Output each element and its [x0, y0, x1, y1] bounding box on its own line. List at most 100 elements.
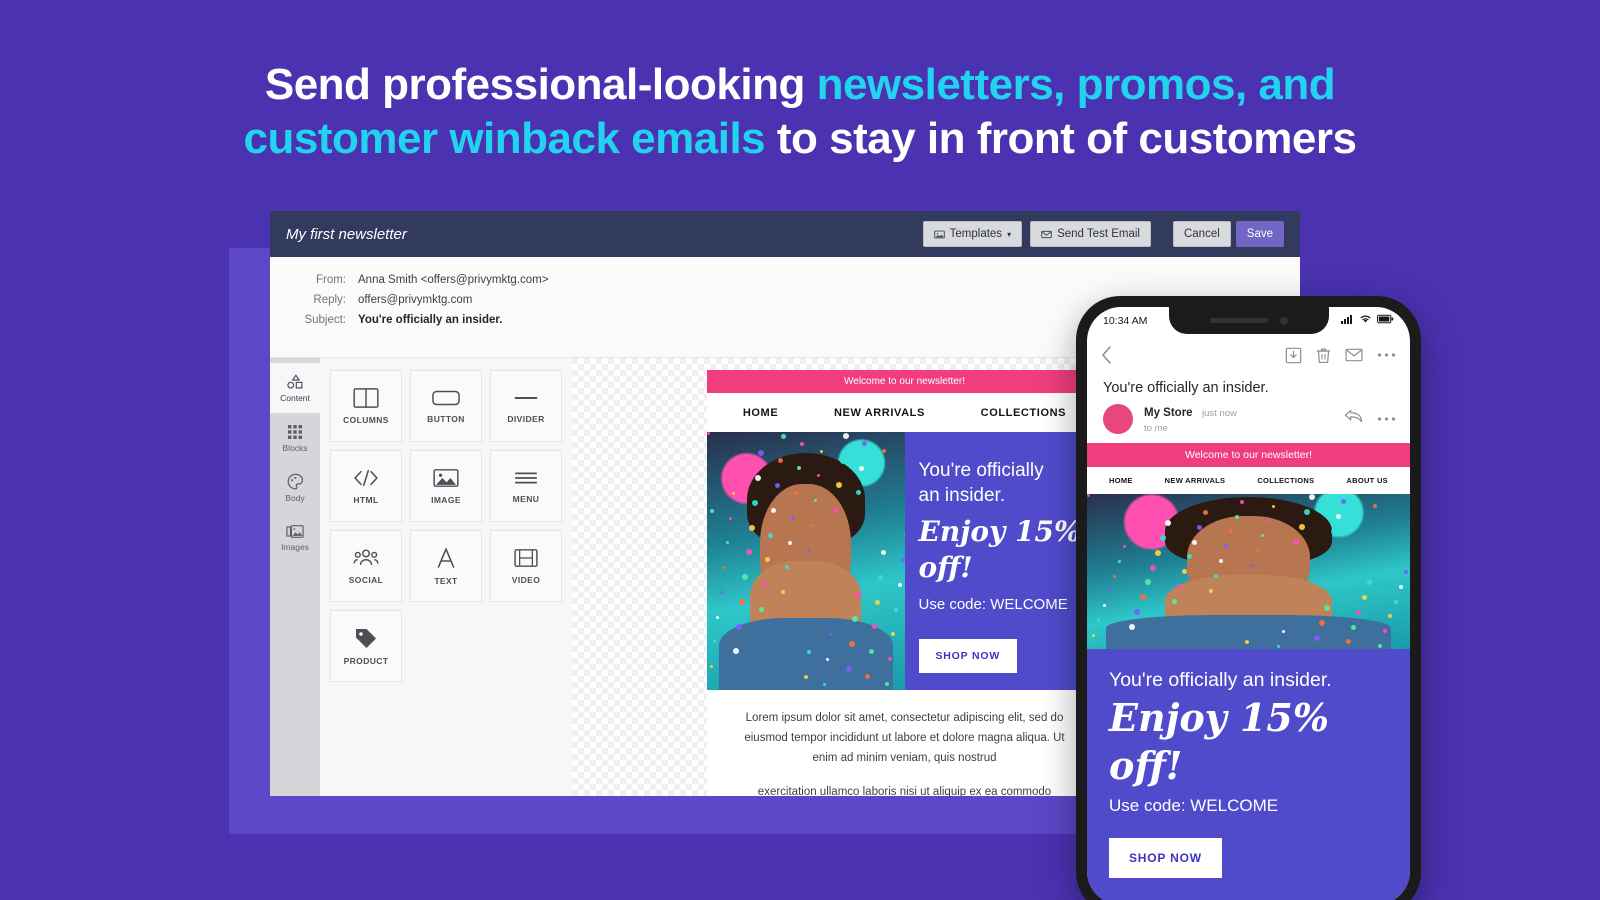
more-icon[interactable] [1377, 409, 1396, 428]
text-icon [435, 547, 457, 569]
video-icon [514, 548, 538, 568]
tag-icon [354, 627, 378, 649]
block-label-video: VIDEO [511, 574, 541, 585]
code-icon [352, 468, 380, 488]
palette-icon [287, 473, 304, 490]
send-test-email-label: Send Test Email [1057, 228, 1140, 240]
hero-text-plain-2: to stay in front of customers [765, 114, 1357, 163]
phone-email-offer: Enjoy 15% off! [1109, 695, 1329, 788]
chevron-down-icon: ▾ [1007, 229, 1012, 239]
phone-notch [1168, 307, 1329, 334]
more-icon[interactable] [1377, 352, 1396, 358]
newsletter-title[interactable]: My first newsletter [286, 226, 915, 243]
sidebar-item-images[interactable]: Images [270, 513, 320, 563]
block-video[interactable]: VIDEO [490, 530, 562, 602]
sidebar-item-content[interactable]: Content [270, 363, 320, 413]
trash-icon[interactable] [1316, 347, 1331, 364]
cancel-button[interactable]: Cancel [1172, 221, 1231, 247]
templates-label: Templates [949, 228, 1003, 240]
status-indicators [1341, 314, 1394, 327]
templates-button[interactable]: Templates ▾ [922, 221, 1023, 247]
save-button[interactable]: Save [1235, 221, 1284, 247]
phone-nav-new-arrivals[interactable]: NEW ARRIVALS [1165, 476, 1226, 485]
sidebar-label-images: Images [281, 542, 309, 552]
email-shop-now-button[interactable]: SHOP NOW [918, 639, 1018, 673]
block-label-social: SOCIAL [348, 574, 384, 585]
meta-label-subject: Subject: [304, 314, 346, 326]
phone-email-headline: You're officially an insider. [1109, 669, 1332, 691]
sender-recipient: to me [1144, 423, 1168, 434]
block-image[interactable]: IMAGE [410, 450, 482, 522]
block-label-image: IMAGE [431, 494, 461, 505]
archive-icon[interactable] [1285, 347, 1302, 364]
email-paragraph-2: exercitation ullamco laboris nisi ut ali… [757, 786, 1052, 796]
block-label-html: HTML [353, 494, 379, 505]
phone-email-code-line: Use code: WELCOME [1109, 796, 1279, 815]
sender-info: My Store just now to me [1144, 403, 1344, 434]
sidebar-item-blocks[interactable]: Blocks [270, 413, 320, 463]
email-paragraph-1: Lorem ipsum dolor sit amet, consectetur … [744, 712, 1065, 764]
block-button[interactable]: BUTTON [410, 370, 482, 442]
hero-copy: You're officially an insider. Enjoy 15% … [904, 432, 1102, 690]
block-text[interactable]: TEXT [410, 530, 482, 602]
reply-icon[interactable] [1344, 409, 1363, 428]
block-divider[interactable]: DIVIDER [490, 370, 562, 442]
phone-nav-about-us[interactable]: ABOUT US [1346, 476, 1388, 485]
email-nav-home[interactable]: HOME [743, 407, 778, 419]
block-label-product: PRODUCT [343, 655, 389, 666]
block-social[interactable]: SOCIAL [330, 530, 402, 602]
phone-email-nav: HOME NEW ARRIVALS COLLECTIONS ABOUT US [1087, 467, 1410, 494]
sidebar-item-body[interactable]: Body [270, 463, 320, 513]
email-headline-line1: You're officially [918, 460, 1044, 481]
page-title: Send professional-looking newsletters, p… [0, 58, 1600, 166]
content-blocks-panel: COLUMNS BUTTON DIVIDER HTML IMAGE MENU S… [320, 358, 572, 796]
status-time: 10:34 AM [1103, 314, 1148, 327]
divider-icon [513, 389, 539, 407]
sender-time: just now [1202, 408, 1237, 419]
save-label: Save [1246, 228, 1273, 240]
shapes-icon [286, 373, 305, 390]
block-menu[interactable]: MENU [490, 450, 562, 522]
hero-text-plain-1: Send professional-looking [264, 60, 817, 109]
sender-line: My Store just now [1144, 403, 1344, 421]
hero-text-accent-1: newsletters, promos, and [816, 60, 1336, 109]
columns-icon [353, 387, 379, 408]
email-nav-new-arrivals[interactable]: NEW ARRIVALS [834, 407, 925, 419]
email-body-text: Lorem ipsum dolor sit amet, consectetur … [707, 690, 1102, 796]
avatar [1103, 403, 1133, 434]
envelope-icon[interactable] [1345, 348, 1363, 362]
signal-icon [1341, 314, 1354, 327]
image-icon [933, 229, 945, 240]
block-product[interactable]: PRODUCT [330, 610, 402, 682]
button-icon [432, 389, 460, 407]
hero-text-accent-2: customer winback emails [243, 114, 766, 163]
block-columns[interactable]: COLUMNS [330, 370, 402, 442]
sender-actions [1344, 409, 1396, 428]
block-html[interactable]: HTML [330, 450, 402, 522]
block-label-button: BUTTON [427, 413, 465, 424]
email-nav-collections[interactable]: COLLECTIONS [981, 407, 1066, 419]
email-nav: HOME NEW ARRIVALS COLLECTIONS [707, 393, 1102, 432]
phone-email-copy: You're officially an insider. Enjoy 15% … [1087, 649, 1410, 900]
hero-line-2: customer winback emails to stay in front… [0, 112, 1600, 166]
phone-nav-collections[interactable]: COLLECTIONS [1257, 476, 1314, 485]
photo-jacket [718, 617, 893, 690]
meta-value-from: Anna Smith <offers@privymktg.com> [358, 274, 549, 286]
back-icon[interactable] [1101, 346, 1112, 364]
speaker-icon [1209, 318, 1268, 323]
editor-toolbar: My first newsletter Templates ▾ Send Tes… [270, 211, 1300, 257]
sidebar-label-content: Content [280, 392, 310, 403]
phone-nav-home[interactable]: HOME [1109, 476, 1133, 485]
wifi-icon [1359, 314, 1372, 327]
email-preview[interactable]: Welcome to our newsletter! HOME NEW ARRI… [707, 370, 1102, 796]
phone-email-subject: You're officially an insider. [1103, 380, 1269, 396]
send-test-email-button[interactable]: Send Test Email [1030, 221, 1151, 247]
email-code-line: Use code: WELCOME [918, 596, 1068, 613]
social-icon [352, 548, 380, 568]
block-label-text: TEXT [434, 575, 458, 586]
phone-mail-toolbar [1087, 334, 1410, 376]
email-headline-line2: an insider. [918, 485, 1006, 506]
meta-row-from[interactable]: From: Anna Smith <offers@privymktg.com> [270, 270, 1300, 290]
phone-shop-now-button[interactable]: SHOP NOW [1109, 838, 1222, 878]
battery-icon [1377, 314, 1394, 327]
